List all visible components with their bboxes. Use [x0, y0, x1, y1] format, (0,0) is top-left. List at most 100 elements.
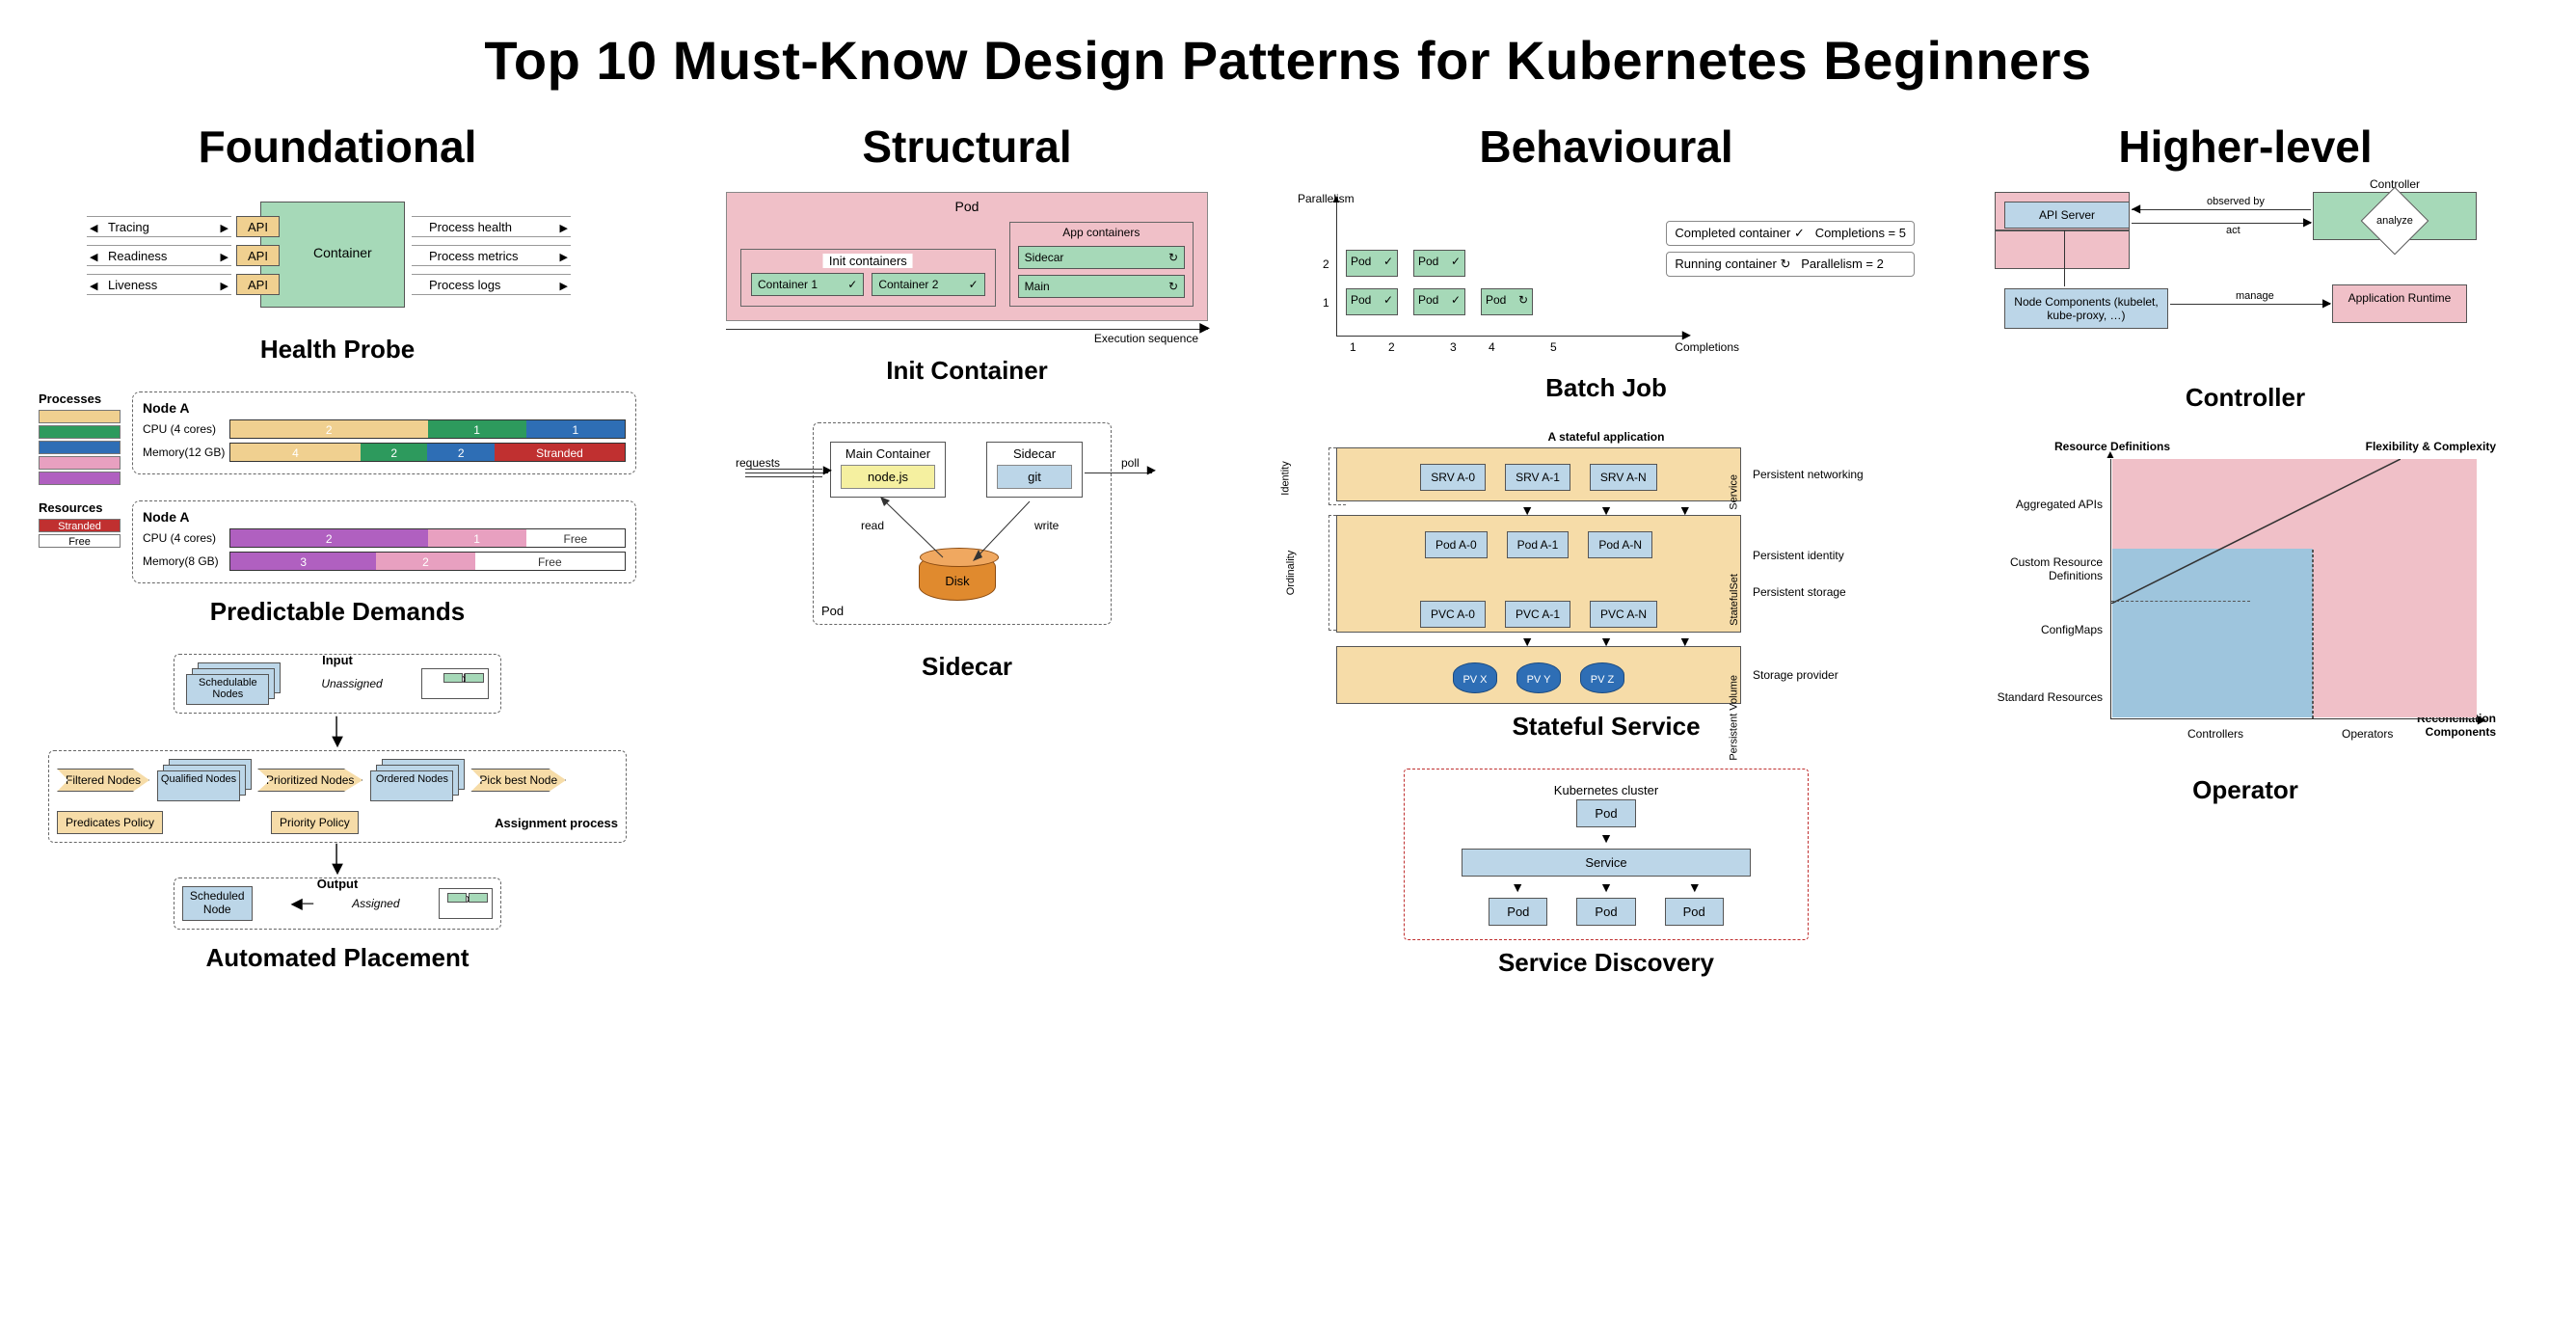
ss-pv-label: Persistent Volume — [1729, 675, 1740, 761]
ss-srv-cell: SRV A-N — [1590, 464, 1657, 491]
hp-container-label: Container — [313, 245, 372, 260]
ss-pvc-cell: PVC A-0 — [1420, 601, 1486, 628]
ap-pod-output: Pod — [439, 888, 493, 919]
pd-cpu-label: CPU (4 cores) — [143, 422, 229, 436]
sc-write-label: write — [1034, 519, 1059, 532]
ap-unassigned-label: Unassigned — [321, 677, 382, 690]
check-icon: ✓ — [1451, 293, 1461, 307]
sc-read-label: read — [861, 519, 884, 532]
hp-api-3: API — [236, 274, 280, 295]
ic-sidecar: Sidecar↻ — [1018, 246, 1185, 269]
arrow-down-icon: ▼ — [1599, 833, 1613, 843]
ic-c1-label: Container 1 — [758, 278, 818, 291]
bj-legend2-label: Running container — [1675, 256, 1777, 271]
ss-pv-block: Persistent Volume PV X PV Y PV Z — [1336, 646, 1741, 704]
ap-ordered-stack: Ordered Nodes — [370, 759, 463, 801]
sc-poll-label: poll — [1121, 456, 1140, 470]
bar-segment: 1 — [428, 420, 526, 438]
col-title-structural: Structural — [862, 121, 1071, 173]
arrow-right-icon — [1085, 472, 1152, 473]
arrow-right-icon — [745, 472, 828, 473]
ap-input-box: Input Schedulable Nodes Unassigned Pod — [174, 654, 501, 714]
sd-pod-top: Pod — [1576, 799, 1635, 827]
ss-title-label: A stateful application — [1336, 430, 1876, 444]
hp-left-tracing: Tracing — [87, 216, 231, 237]
ct-app-card2 — [1995, 230, 2130, 269]
ss-srv-cell: SRV A-0 — [1420, 464, 1486, 491]
ap-schedulable-card: Schedulable Nodes — [186, 674, 269, 705]
swatch-blue — [39, 441, 121, 454]
swatch-green — [39, 425, 121, 439]
bj-ytick: 1 — [1323, 296, 1329, 310]
bj-pod: Pod✓ — [1346, 288, 1398, 315]
bj-legend1-label: Completed container — [1675, 226, 1790, 240]
ap-qualified-card: Qualified Nodes — [157, 770, 240, 801]
col-title-higher: Higher-level — [2118, 121, 2372, 173]
ss-ordinality-label: Ordinality — [1285, 551, 1297, 595]
line-icon — [2064, 230, 2065, 286]
op-dash-2 — [2312, 550, 2314, 718]
bj-ytick: 2 — [1323, 257, 1329, 271]
ct-node-box: Node Components (kubelet, kube-proxy, …) — [2004, 288, 2168, 329]
op-xlabel: Operators — [2342, 727, 2393, 741]
col-behavioural: Behavioural Parallelism Completions 1 2 … — [1298, 121, 1915, 1005]
bj-xtick: 3 — [1450, 340, 1457, 354]
check-icon: ✓ — [847, 278, 857, 291]
ss-desc-group: Persistent identity Persistent storage — [1741, 549, 1876, 599]
title-batch: Batch Job — [1298, 373, 1915, 403]
ss-desc-identity: Persistent identity — [1753, 549, 1876, 562]
sc-main-label: Main Container — [845, 446, 930, 461]
pattern-init-container: Pod Init containers Container 1✓ Contain… — [726, 192, 1208, 386]
bj-legend-row2: Running container ↻ Parallelism = 2 — [1666, 252, 1915, 277]
ss-pv-cell: PV Z — [1580, 662, 1624, 693]
hp-left-liveness: Liveness — [87, 274, 231, 295]
ct-analyze-diamond: analyze — [2361, 187, 2429, 256]
op-plot-area — [2110, 459, 2477, 719]
col-title-behavioural: Behavioural — [1479, 121, 1732, 173]
arrow-right-icon: ▶ — [2322, 296, 2331, 310]
pd-mem-label2: Memory(8 GB) — [143, 554, 229, 568]
sd-pod-row: Pod Pod Pod — [1489, 898, 1723, 926]
ic-main-label: Main — [1025, 280, 1050, 293]
ap-pod-input: Pod — [421, 668, 489, 699]
swatch-stranded: Stranded — [39, 519, 121, 532]
swatch-purple — [39, 472, 121, 485]
op-ylabel: Custom Resource Definitions — [1995, 555, 2103, 582]
main-title: Top 10 Must-Know Design Patterns for Kub… — [39, 29, 2537, 92]
pattern-discovery: Kubernetes cluster Pod ▼ Service ▼▼▼ Pod… — [1404, 769, 1809, 978]
spinner-icon: ↻ — [1781, 256, 1791, 271]
ct-controller-box: Controller analyze — [2313, 192, 2477, 240]
pd-bar-mem1: Memory(12 GB)422Stranded — [143, 443, 626, 462]
pd-legend-resources: Resources Stranded Free — [39, 500, 121, 550]
bar-segment: 2 — [427, 444, 495, 461]
bj-pod-label: Pod — [1418, 293, 1438, 307]
ic-app-group: App containers Sidecar↻ Main↻ — [1009, 222, 1194, 307]
diagram-sidecar: Pod Main Containernode.js Sidecargit Dis… — [736, 413, 1198, 644]
ap-chip-predicates: Predicates Policy — [57, 811, 163, 834]
ss-identity-label: Identity — [1280, 461, 1292, 495]
arrow-left-icon: ◀ — [2132, 202, 2140, 215]
title-controller: Controller — [1995, 383, 2496, 413]
check-icon: ✓ — [1794, 226, 1805, 240]
op-diagonal-line — [2111, 459, 2401, 604]
hp-right-metrics: Process metrics — [412, 245, 571, 266]
ap-scheduled-box: Scheduled Node — [182, 886, 253, 921]
line-icon — [2170, 304, 2330, 305]
bar-segment: Free — [526, 529, 625, 547]
ic-init-group: Init containers Container 1✓ Container 2… — [740, 249, 996, 307]
title-sidecar: Sidecar — [736, 652, 1198, 682]
title-predictable: Predictable Demands — [39, 597, 636, 627]
pattern-controller: API Server Controller analyze Node Compo… — [1995, 192, 2496, 413]
ss-srv-cell: SRV A-1 — [1505, 464, 1570, 491]
bar-segment: 2 — [230, 420, 428, 438]
bj-pod: Pod✓ — [1413, 250, 1465, 277]
bj-pod-label: Pod — [1351, 293, 1371, 307]
ss-statefulset-block: StatefulSet Pod A-0 Pod A-1 Pod A-N PVC … — [1336, 515, 1741, 633]
ap-chip-priority: Priority Policy — [271, 811, 359, 834]
ct-manage-label: manage — [2236, 290, 2274, 302]
sc-disk-label: Disk — [945, 574, 969, 588]
diagram-stateful: A stateful application Identity Service … — [1336, 430, 1876, 704]
ic-pod-box: Pod Init containers Container 1✓ Contain… — [726, 192, 1208, 321]
ic-axis-label: Execution sequence — [1094, 332, 1198, 345]
sd-pod-cell: Pod — [1665, 898, 1724, 926]
